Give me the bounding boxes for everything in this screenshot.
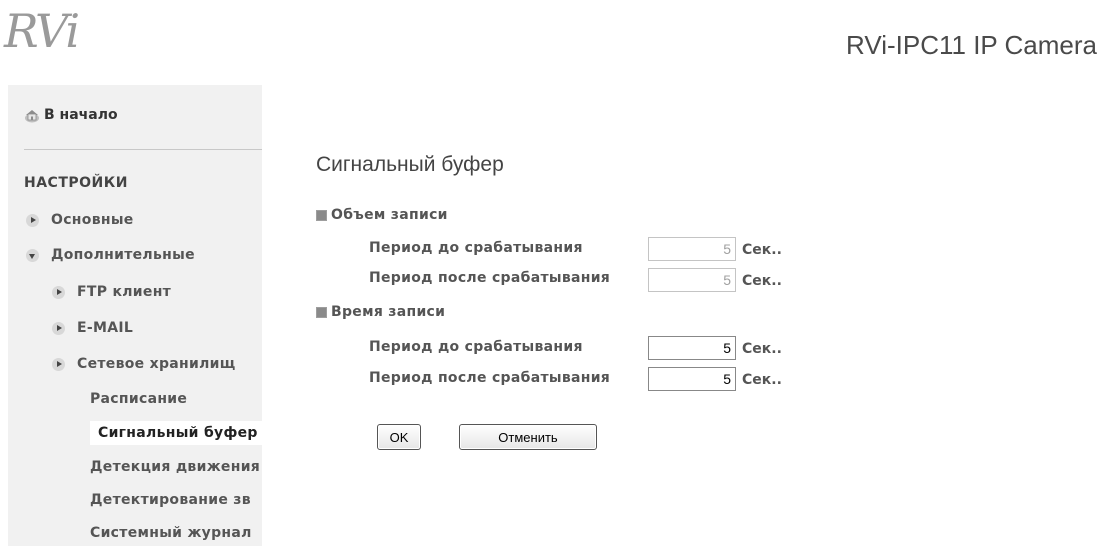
field-label: Период после срабатывания — [369, 370, 611, 386]
section-title: НАСТРОЙКИ — [24, 175, 128, 191]
sidebar-item-alarm-buffer[interactable]: Сигнальный буфер — [90, 421, 262, 445]
arrow-right-icon — [52, 321, 65, 335]
group-title-label: Время записи — [331, 304, 446, 320]
pre-alarm-time-input[interactable]: 5 — [648, 336, 736, 360]
square-bullet-icon — [316, 306, 327, 318]
unit-label: Сек.. — [742, 273, 782, 289]
sidebar-item-system-log[interactable]: Системный журнал — [90, 525, 252, 541]
menu-item-label: Дополнительные — [51, 247, 195, 263]
unit-label: Сек.. — [742, 372, 782, 388]
ok-button[interactable]: OK — [377, 424, 421, 450]
square-bullet-icon — [316, 209, 327, 221]
submenu-item-email[interactable]: E-MAIL — [52, 320, 133, 336]
unit-label: Сек.. — [742, 242, 782, 258]
post-alarm-time-input[interactable]: 5 — [648, 367, 736, 391]
group-title-label: Объем записи — [331, 207, 448, 223]
sidebar-item-schedule[interactable]: Расписание — [90, 391, 187, 407]
submenu-item-nas[interactable]: Сетевое хранилищ — [52, 356, 236, 372]
home-link[interactable]: В начало — [24, 107, 118, 123]
sidebar: В начало НАСТРОЙКИ Основные Дополнительн… — [8, 85, 262, 546]
arrow-right-icon — [52, 357, 65, 371]
page-title: Сигнальный буфер — [316, 153, 504, 176]
field-label: Период до срабатывания — [369, 240, 583, 256]
unit-label: Сек.. — [742, 341, 782, 357]
arrow-right-icon — [26, 213, 39, 227]
logo: RVi — [4, 4, 80, 58]
group-title-record-volume: Объем записи — [316, 207, 448, 223]
arrow-right-icon — [52, 285, 65, 299]
menu-item-basic[interactable]: Основные — [26, 212, 134, 228]
field-label: Период после срабатывания — [369, 270, 611, 286]
sidebar-item-audio-detection[interactable]: Детектирование зв — [90, 492, 251, 508]
divider — [24, 149, 262, 150]
home-label: В начало — [44, 107, 118, 123]
pre-alarm-volume-input[interactable]: 5 — [648, 237, 736, 261]
submenu-item-label: Сетевое хранилищ — [77, 356, 236, 372]
group-title-record-time: Время записи — [316, 304, 445, 320]
field-label: Период до срабатывания — [369, 339, 583, 355]
product-title: RVi-IPC11 IP Camera — [846, 30, 1097, 60]
submenu-item-label: FTP клиент — [77, 284, 172, 300]
main-content: Сигнальный буфер Объем записи Период до … — [262, 85, 1105, 546]
cancel-button[interactable]: Отменить — [459, 424, 597, 450]
menu-item-label: Основные — [51, 212, 134, 228]
menu-item-advanced[interactable]: Дополнительные — [26, 247, 195, 263]
post-alarm-volume-input[interactable]: 5 — [648, 268, 736, 292]
home-icon — [24, 108, 40, 123]
submenu-item-ftp[interactable]: FTP клиент — [52, 284, 171, 300]
submenu-item-label: E-MAIL — [77, 320, 134, 336]
header: RVi RVi-IPC11 IP Camera — [0, 0, 1105, 84]
sidebar-item-motion-detection[interactable]: Детекция движения — [90, 459, 260, 475]
arrow-down-icon — [26, 248, 39, 262]
